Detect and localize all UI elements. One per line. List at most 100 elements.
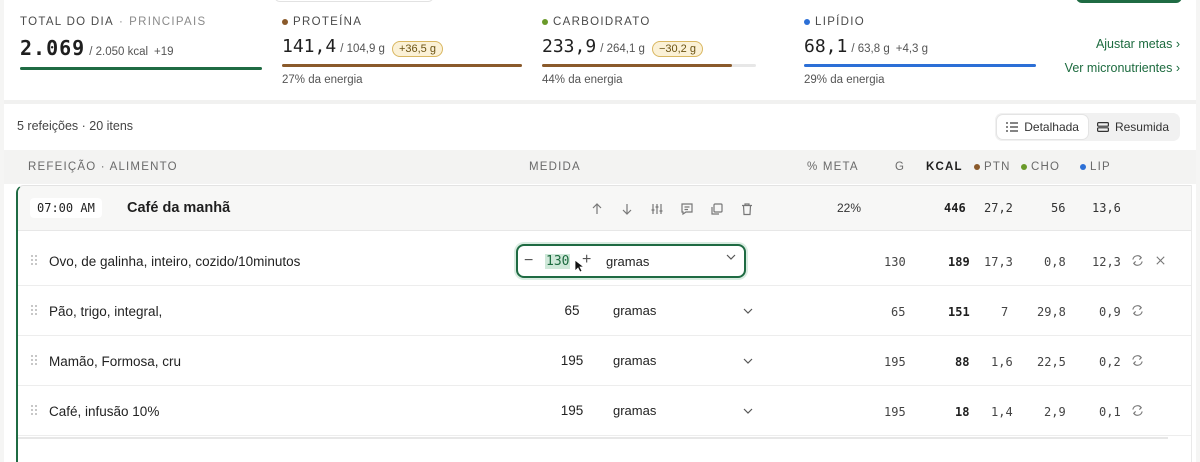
food-cho: 22,5 <box>1037 355 1066 369</box>
food-lip: 12,3 <box>1092 255 1121 269</box>
protein-note: 27% da energia <box>282 74 363 86</box>
fat-note: 29% da energia <box>804 74 885 86</box>
total-value: 2.069 <box>20 36 86 60</box>
unit-select[interactable]: gramas <box>606 254 649 269</box>
unit-value: gramas <box>613 353 657 368</box>
carbs-value: 233,9 <box>542 36 597 57</box>
food-lip: 0,1 <box>1099 405 1121 419</box>
move-up-button[interactable] <box>588 200 606 218</box>
view-detailed-label: Detalhada <box>1024 120 1079 134</box>
row-actions <box>1131 404 1144 417</box>
carbs-progress-bar <box>542 64 756 67</box>
food-grams: 195 <box>884 405 906 419</box>
food-lip: 0,9 <box>1099 305 1121 319</box>
meals-count: 5 refeições · 20 itens <box>17 119 134 133</box>
food-grams: 65 <box>891 305 906 319</box>
food-lip: 0,2 <box>1099 355 1121 369</box>
row-actions <box>1131 354 1144 367</box>
adjust-button[interactable] <box>648 200 666 218</box>
food-ptn: 1,4 <box>991 405 1013 419</box>
table-row[interactable]: Café, infusão 10% 195 gramas 195 18 1,4 … <box>18 386 1191 436</box>
carbs-label: CARBOIDRATO <box>553 16 651 28</box>
unit-select[interactable]: gramas <box>613 403 753 418</box>
cut-pill <box>274 0 434 2</box>
drag-handle-icon[interactable] <box>30 304 38 316</box>
meta-row: 5 refeições · 20 itens Detalhada Resumid… <box>4 104 1196 150</box>
total-delta: +19 <box>154 46 174 58</box>
swap-icon[interactable] <box>1131 354 1144 367</box>
fat-value: 68,1 <box>804 36 848 57</box>
food-ptn: 7 <box>1001 305 1009 319</box>
swap-icon[interactable] <box>1131 304 1144 317</box>
view-summary-button[interactable]: Resumida <box>1088 115 1178 139</box>
header-kcal: KCAL <box>926 161 963 173</box>
meal-cho: 56 <box>1051 201 1066 215</box>
quantity-input[interactable]: 130 <box>545 254 571 269</box>
lip-dot <box>1080 164 1086 170</box>
protein-column: PROTEÍNA 141,4 / 104,9 g +36,5 g 27% da … <box>282 16 522 86</box>
chevron-down-icon <box>743 408 753 414</box>
comment-button[interactable] <box>678 200 696 218</box>
carbs-badge: −30,2 g <box>651 41 703 57</box>
table-header: REFEIÇÃO · ALIMENTO MEDIDA % META G KCAL… <box>4 150 1196 184</box>
meal-pct-goal: 22% <box>837 201 862 215</box>
duplicate-button[interactable] <box>708 200 726 218</box>
row-actions <box>1131 254 1167 267</box>
food-cho: 0,8 <box>1044 255 1066 269</box>
meal-block: 07:00 AM Café da manhã 22% 446 27,2 56 1… <box>16 185 1192 462</box>
row-actions <box>1131 304 1144 317</box>
move-down-button[interactable] <box>618 200 636 218</box>
meal-name: Café da manhã <box>127 200 231 216</box>
sliders-icon <box>651 204 663 214</box>
quantity-editor[interactable]: − 130 + gramas <box>516 244 746 278</box>
protein-badge: +36,5 g <box>391 41 443 57</box>
quantity-input[interactable]: 65 <box>542 303 602 318</box>
food-cho: 29,8 <box>1037 305 1066 319</box>
fat-label: LIPÍDIO <box>815 16 866 28</box>
table-row[interactable]: Mamão, Formosa, cru 195 gramas 195 88 1,… <box>18 336 1191 386</box>
food-kcal: 88 <box>955 355 970 369</box>
swap-icon[interactable] <box>1131 254 1144 267</box>
drag-handle-icon[interactable] <box>30 404 38 416</box>
primary-button-cut[interactable] <box>1076 0 1182 3</box>
list-icon <box>1006 122 1019 132</box>
copy-icon <box>711 203 723 215</box>
meal-ptn: 27,2 <box>984 201 1013 215</box>
table-row[interactable]: Pão, trigo, integral, 65 gramas 65 151 7… <box>18 286 1191 336</box>
unit-select[interactable]: gramas <box>613 353 753 368</box>
arrow-up-icon <box>592 203 602 214</box>
total-progress-bar <box>20 67 262 70</box>
view-summary-label: Resumida <box>1114 120 1169 134</box>
quantity-input[interactable]: 195 <box>542 403 602 418</box>
food-name: Mamão, Formosa, cru <box>49 354 182 369</box>
drag-handle-icon[interactable] <box>30 254 38 266</box>
carbs-dot <box>542 19 548 25</box>
view-detailed-button[interactable]: Detalhada <box>997 115 1088 139</box>
adjust-goals-link[interactable]: Ajustar metas › <box>1065 37 1180 51</box>
delete-meal-button[interactable] <box>738 200 756 218</box>
meal-time[interactable]: 07:00 AM <box>30 198 102 218</box>
protein-dot <box>282 19 288 25</box>
header-cho: CHO <box>1021 161 1060 173</box>
fat-column: LIPÍDIO 68,1 / 63,8 g +4,3 g 29% da ener… <box>804 16 1036 86</box>
drag-handle-icon[interactable] <box>30 354 38 366</box>
comment-icon <box>681 203 693 216</box>
total-goal: / 2.050 kcal <box>89 46 149 58</box>
summary-links: Ajustar metas › Ver micronutrientes › <box>1065 37 1180 85</box>
micronutrients-link[interactable]: Ver micronutrientes › <box>1065 61 1180 75</box>
close-icon[interactable] <box>1154 254 1167 267</box>
food-grams: 130 <box>884 255 906 269</box>
swap-icon[interactable] <box>1131 404 1144 417</box>
daily-summary: TOTAL DO DIA · PRINCIPAIS 2.069 / 2.050 … <box>4 6 1196 100</box>
carbs-note: 44% da energia <box>542 74 623 86</box>
header-meal-food: REFEIÇÃO · ALIMENTO <box>28 161 178 173</box>
decrement-button[interactable]: − <box>524 252 533 270</box>
fat-progress-bar <box>804 64 1036 67</box>
total-sublabel: PRINCIPAIS <box>129 16 207 28</box>
unit-select[interactable]: gramas <box>613 303 753 318</box>
chevron-down-icon <box>726 254 736 260</box>
quantity-input[interactable]: 195 <box>542 353 602 368</box>
trash-icon <box>742 203 752 216</box>
unit-value: gramas <box>613 303 657 318</box>
total-label: TOTAL DO DIA <box>20 16 114 28</box>
